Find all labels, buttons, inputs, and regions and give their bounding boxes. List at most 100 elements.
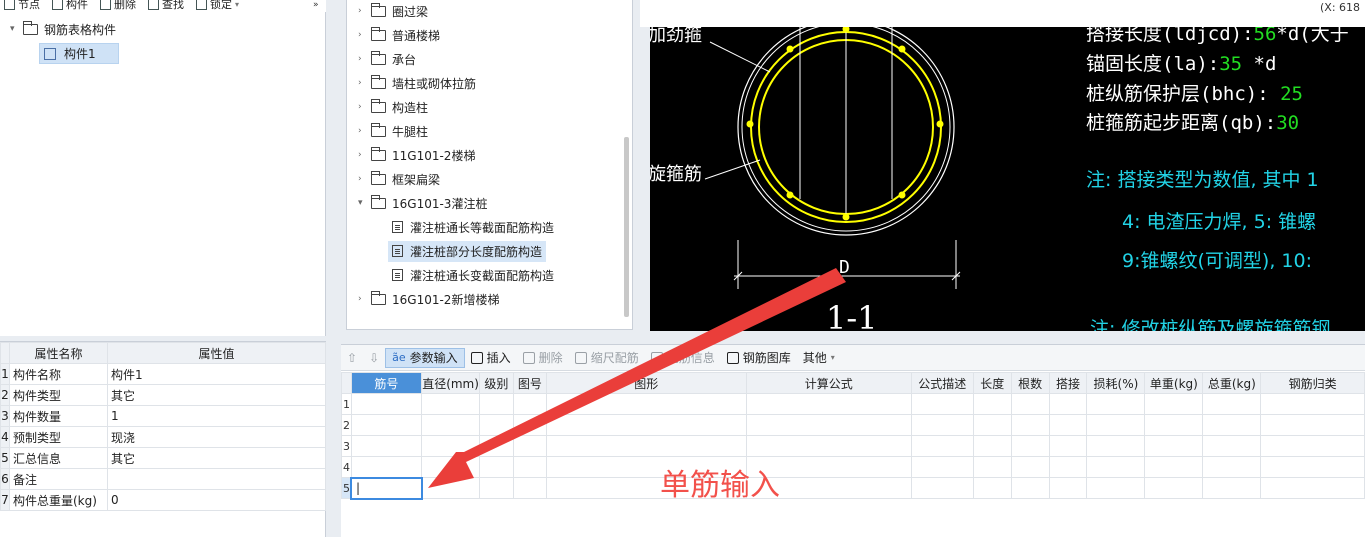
folder-icon xyxy=(371,98,386,113)
add-node-icon xyxy=(4,0,15,10)
property-row[interactable]: 2 构件类型 其它 xyxy=(0,384,326,406)
dimension-label: D xyxy=(839,257,850,278)
column-header[interactable]: 级别 xyxy=(478,372,514,394)
tree-item-folder[interactable]: › 承台 xyxy=(358,47,628,71)
move-down-icon: ⇩ xyxy=(369,350,380,365)
param-lap-length[interactable]: 搭接长度(ldjcd):56*d(大于 xyxy=(1086,27,1349,45)
param-input-button[interactable]: a͂e 参数输入 xyxy=(385,347,465,368)
parameter-list: 搭接长度(ldjcd):56*d(大于 锚固长度(la):35 *d 桩纵筋保护… xyxy=(1086,27,1349,134)
param-anchor-length[interactable]: 锚固长度(la):35 *d xyxy=(1086,53,1276,75)
column-header[interactable]: 公式描述 xyxy=(910,372,974,394)
rebar-info-button[interactable]: 钢筋信息 xyxy=(645,348,721,368)
expand-arrow-icon[interactable]: › xyxy=(358,54,368,64)
expand-arrow-icon[interactable]: › xyxy=(358,150,368,160)
column-header[interactable]: 计算公式 xyxy=(745,372,912,394)
tree-item-component1[interactable]: 构件1 xyxy=(39,43,119,64)
tree-item-doc[interactable]: 灌注桩通长等截面配筋构造 xyxy=(358,215,628,239)
canvas-header xyxy=(640,0,1365,27)
column-header[interactable]: 损耗(%) xyxy=(1086,372,1146,394)
table-row[interactable]: 3 xyxy=(341,435,1365,457)
lock-button[interactable]: 锁定 ▾ xyxy=(196,0,239,10)
rebar-toolbar: ⇧ ⇩ a͂e 参数输入 插入 删除 缩尺配筋 钢筋信息 钢筋图库 其他 ▾ xyxy=(341,345,1365,371)
expand-arrow-icon[interactable]: › xyxy=(358,78,368,88)
column-header[interactable]: 长度 xyxy=(972,372,1012,394)
add-component-button[interactable]: 构件 xyxy=(52,0,88,10)
table-row[interactable]: 4 xyxy=(341,456,1365,478)
template-tree: › 圈过梁 › 普通楼梯 › 承台 › 墙柱或砌体拉筋 › 构造柱 › 牛腿柱 › 11G10… xyxy=(358,0,628,311)
tree-item-folder[interactable]: › 普通楼梯 xyxy=(358,23,628,47)
expand-arrow-icon[interactable]: › xyxy=(358,294,368,304)
column-header[interactable]: 钢筋归类 xyxy=(1260,372,1365,394)
corner-cell xyxy=(0,342,10,364)
property-row[interactable]: 7 构件总重量(kg) 0 xyxy=(0,489,326,511)
delete-button[interactable]: 删除 xyxy=(100,0,136,10)
column-header[interactable]: 搭接 xyxy=(1048,372,1088,394)
move-up-button[interactable]: ⇧ xyxy=(341,348,363,368)
rebar-info-icon xyxy=(650,351,663,364)
tree-item-folder[interactable]: › 圈过梁 xyxy=(358,0,628,23)
expand-arrow-icon[interactable]: › xyxy=(358,174,368,184)
chevron-down-icon: ▾ xyxy=(235,0,240,9)
expand-arrow-icon[interactable]: › xyxy=(358,102,368,112)
note-line: 4: 电渣压力焊, 5: 锥螺 xyxy=(1122,211,1316,233)
property-row[interactable]: 6 备注 xyxy=(0,468,326,490)
expand-arrow-icon[interactable]: › xyxy=(358,6,368,16)
param-cover[interactable]: 桩纵筋保护层(bhc): 25 xyxy=(1086,83,1303,105)
tree-root[interactable]: ▾ 钢筋表格构件 xyxy=(10,18,116,40)
column-header[interactable]: 直径(mm) xyxy=(421,372,480,394)
tree-item-folder[interactable]: › 11G101-2楼梯 xyxy=(358,143,628,167)
tree-item-folder[interactable]: › 16G101-2新增楼梯 xyxy=(358,287,628,311)
column-header[interactable]: 总重(kg) xyxy=(1202,372,1262,394)
scale-rebar-icon xyxy=(574,351,587,364)
property-row[interactable]: 3 构件数量 1 xyxy=(0,405,326,427)
param-input-icon: a͂e xyxy=(392,351,406,364)
toolbar-overflow-button[interactable]: » xyxy=(313,0,319,10)
tree-item-folder[interactable]: › 墙柱或砌体拉筋 xyxy=(358,71,628,95)
table-row[interactable]: 1 xyxy=(341,393,1365,415)
other-menu-button[interactable]: 其他 ▾ xyxy=(797,348,841,368)
column-header: 属性值 xyxy=(107,342,326,364)
property-row[interactable]: 4 预制类型 现浇 xyxy=(0,426,326,448)
tree-scrollbar[interactable] xyxy=(624,137,629,317)
delete-row-button[interactable]: 删除 xyxy=(517,348,569,368)
delete-icon xyxy=(100,0,111,10)
move-down-button[interactable]: ⇩ xyxy=(363,348,385,368)
column-header[interactable]: 单重(kg) xyxy=(1144,372,1204,394)
find-icon xyxy=(148,0,159,10)
bar-no-input-cell[interactable]: | xyxy=(350,476,423,500)
add-node-button[interactable]: 节点 xyxy=(4,0,40,10)
find-button[interactable]: 查找 xyxy=(148,0,184,10)
tree-item-folder[interactable]: › 框架扁梁 xyxy=(358,167,628,191)
tree-item-folder[interactable]: › 牛腿柱 xyxy=(358,119,628,143)
rebar-table-panel: ⇧ ⇩ a͂e 参数输入 插入 删除 缩尺配筋 钢筋信息 钢筋图库 其他 ▾ 筋号 … xyxy=(341,344,1365,537)
tree-item-doc-selected[interactable]: 灌注桩部分长度配筋构造 xyxy=(358,239,628,263)
stiffener-label: 加劲箍 xyxy=(650,27,702,46)
property-row[interactable]: 1 构件名称 构件1 xyxy=(0,363,326,385)
move-up-icon: ⇧ xyxy=(347,350,358,365)
column-header[interactable]: 图形 xyxy=(545,372,747,394)
tree-item-doc[interactable]: 灌注桩通长变截面配筋构造 xyxy=(358,263,628,287)
folder-icon xyxy=(371,170,386,185)
column-header[interactable]: 根数 xyxy=(1010,372,1050,394)
cad-preview-canvas[interactable]: 加劲箍 旋箍筋 D 1-1 搭接长度(ldjcd):56*d(大于 锚固长度(l… xyxy=(650,27,1365,331)
scale-rebar-button[interactable]: 缩尺配筋 xyxy=(569,348,645,368)
column-header[interactable]: 图号 xyxy=(512,372,547,394)
template-tree-panel: › 圈过梁 › 普通楼梯 › 承台 › 墙柱或砌体拉筋 › 构造柱 › 牛腿柱 › 11G10… xyxy=(346,0,633,330)
table-row[interactable]: 2 xyxy=(341,414,1365,436)
rebar-library-button[interactable]: 钢筋图库 xyxy=(721,348,797,368)
tree-item-folder-open[interactable]: ▾ 16G101-3灌注桩 xyxy=(358,191,628,215)
table-row[interactable]: 5 | xyxy=(341,476,1365,500)
tree-item-folder[interactable]: › 构造柱 xyxy=(358,95,628,119)
insert-button[interactable]: 插入 xyxy=(465,348,517,368)
row-number: 3 xyxy=(341,435,352,457)
section-label: 1-1 xyxy=(826,299,878,331)
property-row[interactable]: 5 汇总信息 其它 xyxy=(0,447,326,469)
column-header-bar-no[interactable]: 筋号 xyxy=(350,372,423,394)
param-stirrup-start[interactable]: 桩箍筋起步距离(qb):30 xyxy=(1086,112,1299,134)
expand-arrow-icon[interactable]: ▾ xyxy=(10,24,20,34)
collapse-arrow-icon[interactable]: ▾ xyxy=(358,198,368,208)
expand-arrow-icon[interactable]: › xyxy=(358,126,368,136)
expand-arrow-icon[interactable]: › xyxy=(358,30,368,40)
grid-header-row: 筋号 直径(mm) 级别 图号 图形 计算公式 公式描述 长度 根数 搭接 损耗… xyxy=(341,372,1365,394)
note-line: 9:锥螺纹(可调型), 10: xyxy=(1122,250,1312,272)
